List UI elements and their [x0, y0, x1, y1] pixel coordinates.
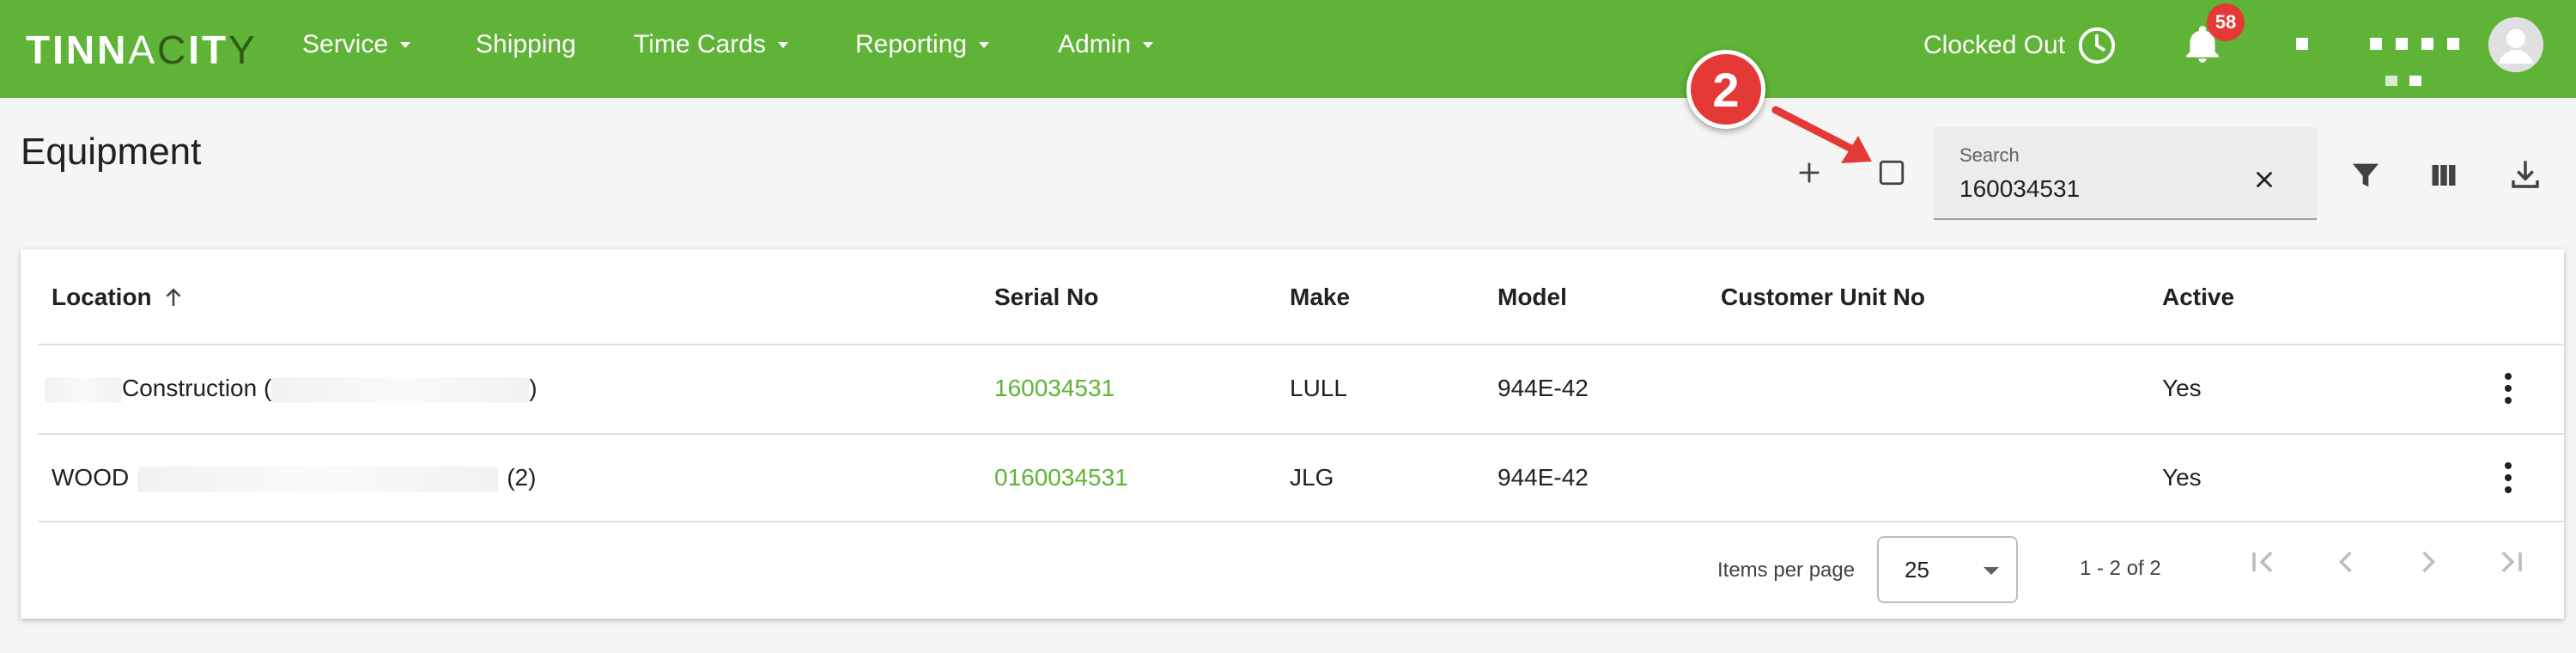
search-input[interactable] [1959, 174, 2251, 204]
column-header-make[interactable]: Make [1290, 284, 1350, 311]
nav-admin-menu[interactable]: Admin [1058, 26, 1154, 64]
nav-label: Shipping [476, 30, 576, 58]
logo-letter: NN [65, 27, 129, 72]
top-navigation-bar: T I NN A C I T Y Service Shipping Time Cards Re… [0, 0, 2576, 98]
logo-letter: T [202, 27, 229, 72]
cell-location: Construction () [45, 375, 538, 403]
location-suffix: (2) [507, 464, 537, 491]
location-text: WOOD [52, 464, 130, 491]
chevron-down-icon [777, 41, 788, 48]
search-field[interactable]: Search [1934, 127, 2317, 220]
step-callout-badge: 2 [1686, 50, 1765, 129]
column-header-location[interactable]: Location [52, 284, 186, 311]
previous-page-icon[interactable] [2327, 543, 2365, 581]
column-header-label: Make [1290, 284, 1351, 310]
logo-letter: T [26, 27, 53, 72]
close-icon[interactable] [2251, 167, 2277, 192]
sort-arrow-up-icon [166, 288, 181, 306]
table-divider [38, 344, 2564, 345]
redacted-text [271, 376, 530, 403]
logo-letter: I [52, 27, 66, 72]
checkbox-icon[interactable] [1877, 158, 1906, 187]
cell-location: WOOD (2) [52, 464, 536, 492]
nav-reporting-menu[interactable]: Reporting [855, 26, 990, 64]
cell-active: Yes [2162, 464, 2202, 491]
logo-letter: A [128, 27, 158, 72]
clock-icon [2078, 27, 2116, 64]
tinnacity-logo[interactable]: T I NN A C I T Y [26, 24, 258, 76]
clock-status-button[interactable]: Clocked Out [1923, 24, 2117, 67]
cell-model: 944E-42 [1498, 464, 1589, 491]
chevron-down-icon [400, 41, 411, 48]
last-page-icon[interactable] [2492, 543, 2530, 581]
cell-make: JLG [1290, 464, 1334, 491]
nav-service-menu[interactable]: Service [302, 26, 411, 64]
page-range-label: 1 - 2 of 2 [2080, 557, 2161, 580]
nav-shipping-link[interactable]: Shipping [476, 26, 576, 64]
location-text: Construction ( [122, 375, 272, 401]
search-label: Search [1959, 144, 2020, 166]
equipment-table: Location Serial No Make Model Customer U… [21, 249, 2564, 619]
items-per-page-label: Items per page [1717, 558, 1856, 582]
nav-label: Admin [1058, 30, 1132, 58]
table-divider [38, 433, 2564, 435]
nav-label: Time Cards [634, 30, 766, 58]
column-header-serial-no[interactable]: Serial No [994, 284, 1098, 311]
nav-time-cards-menu[interactable]: Time Cards [634, 26, 788, 64]
toolbar-placeholder-icon [2370, 38, 2382, 50]
download-icon[interactable] [2507, 156, 2543, 192]
chevron-down-icon [1984, 567, 1999, 575]
column-header-model[interactable]: Model [1498, 284, 1567, 311]
chevron-down-icon [1143, 41, 1154, 48]
first-page-icon[interactable] [2245, 543, 2282, 581]
redacted-text [45, 376, 122, 403]
user-avatar[interactable] [2488, 17, 2543, 72]
column-header-label: Serial No [994, 284, 1099, 310]
toolbar-placeholder-icon [2385, 76, 2397, 86]
serial-number-link[interactable]: 0160034531 [994, 464, 1128, 491]
user-icon [2488, 17, 2543, 72]
cell-active: Yes [2162, 375, 2202, 401]
nav-label: Reporting [855, 30, 968, 58]
toolbar-placeholder-icon[interactable] [2296, 38, 2308, 50]
column-header-label: Model [1498, 284, 1567, 310]
serial-number-link[interactable]: 160034531 [994, 375, 1115, 402]
items-per-page-select[interactable]: 25 [1877, 536, 2018, 603]
next-page-icon[interactable] [2409, 543, 2447, 581]
logo-letter: I [188, 27, 203, 72]
logo-letter: Y [228, 27, 258, 72]
more-vert-icon[interactable] [2495, 369, 2521, 407]
nav-label: Service [302, 30, 389, 58]
cell-model: 944E-42 [1498, 375, 1589, 401]
callout-arrow-icon [1771, 106, 1872, 163]
column-header-label: Location [52, 284, 152, 310]
toolbar-placeholder-icon [2409, 76, 2421, 86]
toolbar-placeholder-icon [2447, 38, 2459, 50]
notification-count-badge: 58 [2207, 3, 2245, 41]
clock-status-label: Clocked Out [1923, 31, 2066, 59]
column-header-active[interactable]: Active [2162, 284, 2234, 311]
column-header-customer-unit-no[interactable]: Customer Unit No [1721, 284, 1925, 311]
toolbar-placeholder-icon [2396, 38, 2408, 50]
filter-icon[interactable] [2348, 158, 2384, 192]
table-divider [38, 521, 2564, 522]
more-vert-icon[interactable] [2495, 459, 2521, 497]
toolbar-placeholder-icon [2421, 38, 2433, 50]
plus-icon[interactable] [1795, 158, 1824, 187]
column-header-label: Customer Unit No [1721, 284, 1925, 310]
location-suffix: ) [529, 375, 538, 401]
chevron-down-icon [979, 41, 990, 48]
columns-icon[interactable] [2427, 160, 2461, 191]
items-per-page-value: 25 [1905, 557, 1929, 583]
logo-letter: C [157, 27, 189, 72]
cell-make: LULL [1290, 375, 1347, 401]
redacted-text [137, 466, 499, 492]
column-header-label: Active [2162, 284, 2235, 310]
page-title: Equipment [21, 131, 202, 173]
